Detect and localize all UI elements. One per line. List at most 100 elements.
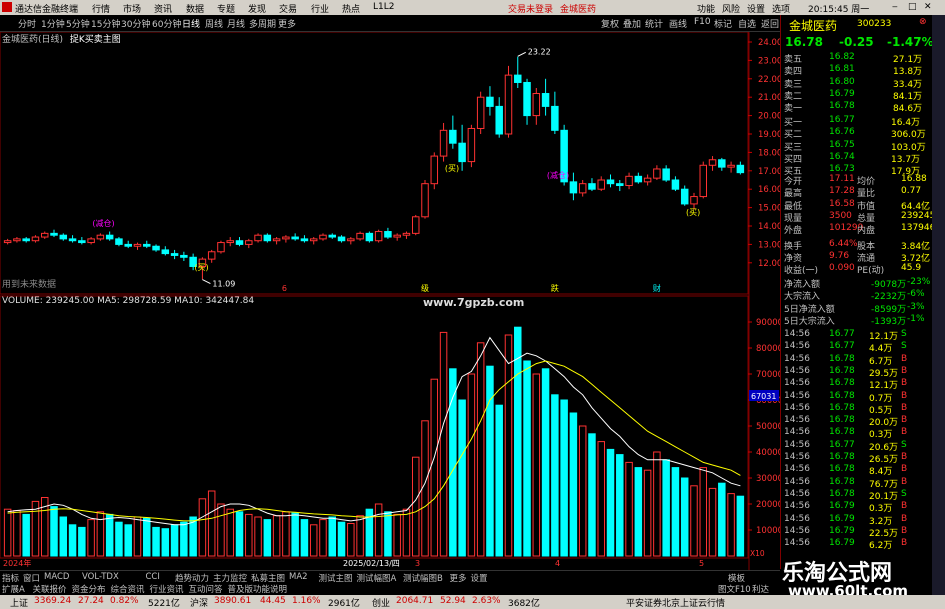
- ask-label: 卖四: [784, 67, 803, 78]
- period-tab[interactable]: 30分钟: [121, 17, 150, 30]
- bid-price: 16.74: [829, 151, 855, 162]
- indicator-tab[interactable]: VOL-TDX: [82, 572, 119, 582]
- right-toolbar[interactable]: [932, 15, 945, 595]
- period-tab[interactable]: 月线: [227, 17, 245, 30]
- stat-row: 净资 9.76 流通 3.72亿: [781, 251, 933, 264]
- volume-bar: [560, 399, 568, 557]
- signal-annotation: (减仓): [547, 170, 569, 180]
- extension-tab[interactable]: 普及版功能说明: [228, 583, 288, 595]
- ask-volume: 84.1万: [893, 91, 923, 102]
- stat-label: 量比: [857, 189, 876, 200]
- tick-time: 14:56: [784, 390, 810, 401]
- bid-label: 买二: [784, 130, 803, 141]
- tool-button[interactable]: 返回: [761, 17, 779, 30]
- extension-tab[interactable]: 扩展A: [2, 583, 25, 595]
- volume-bar: [569, 412, 578, 557]
- menu-item[interactable]: 发现: [248, 2, 266, 15]
- tool-button[interactable]: 画线: [669, 17, 687, 30]
- menu-item[interactable]: 资讯: [154, 2, 172, 15]
- indicator-tab[interactable]: MA2: [289, 572, 308, 582]
- tick-time: 14:56: [784, 476, 810, 487]
- ask-row: 卖三 16.80 33.4万: [781, 77, 933, 90]
- candle-body: [226, 240, 234, 244]
- period-tab[interactable]: 5分钟: [66, 17, 90, 30]
- price-axis-label: 13.00: [758, 240, 780, 250]
- tick-side: B: [901, 501, 908, 512]
- tool-button[interactable]: F10: [694, 17, 711, 27]
- close-panel-icon[interactable]: ⊗: [919, 17, 927, 27]
- tool-button[interactable]: 叠加: [623, 17, 641, 30]
- close-icon[interactable]: ✕: [924, 2, 932, 12]
- ask-volume: 84.6万: [893, 104, 923, 115]
- period-tab[interactable]: 更多: [278, 17, 296, 30]
- tick-time: 14:56: [784, 415, 810, 426]
- period-tab[interactable]: 周线: [205, 17, 223, 30]
- period-tab[interactable]: 1分钟: [41, 17, 65, 30]
- menu-item[interactable]: 风险: [722, 2, 740, 15]
- extension-tab[interactable]: 综合资讯: [111, 583, 145, 595]
- tool-button[interactable]: 标记: [714, 17, 732, 30]
- menu-item[interactable]: 选项: [772, 2, 790, 15]
- bid-price: 16.73: [829, 164, 855, 175]
- price-axis-label: 15.00: [758, 204, 780, 214]
- extension-tab[interactable]: 资金分布: [72, 583, 106, 595]
- menu-item[interactable]: 功能: [697, 2, 715, 15]
- menu-item[interactable]: 数据: [186, 2, 204, 15]
- tool-button[interactable]: 自选: [738, 17, 756, 30]
- volume-bar: [708, 487, 717, 557]
- tick-row: 14:56 16.78 20.0万 B: [781, 415, 933, 428]
- extension-tab[interactable]: 互动问答: [189, 583, 223, 595]
- candle-body: [50, 232, 58, 236]
- period-tab[interactable]: 分时: [18, 17, 36, 30]
- menu-item[interactable]: 热点: [342, 2, 360, 15]
- price-change: -0.25: [839, 35, 874, 49]
- volume-bar: [671, 467, 680, 557]
- index-label[interactable]: 上证: [10, 596, 28, 609]
- maximize-icon[interactable]: □: [908, 2, 917, 12]
- stat-label: 今开: [784, 177, 803, 187]
- menu-item[interactable]: 行情: [92, 2, 110, 15]
- index-label[interactable]: 沪深: [190, 596, 208, 609]
- tool-button[interactable]: 统计: [645, 17, 663, 30]
- volume-bar: [143, 517, 151, 557]
- tool-button[interactable]: 复权: [601, 17, 619, 30]
- tick-volume: 3.2万: [869, 516, 893, 527]
- tick-row: 14:56 16.78 0.3万 B: [781, 427, 933, 440]
- menu-item[interactable]: L1L2: [373, 2, 394, 12]
- candle-body: [337, 236, 346, 242]
- period-tab[interactable]: 15分钟: [91, 17, 120, 30]
- bid-label: 买三: [784, 142, 803, 153]
- extension-tab[interactable]: 图文F10: [718, 583, 751, 595]
- menu-item[interactable]: 设置: [747, 2, 765, 15]
- ask-price: 16.81: [829, 64, 855, 75]
- period-tab[interactable]: 60分钟: [152, 17, 181, 30]
- period-tab[interactable]: 多周期: [249, 17, 276, 30]
- tick-time: 14:56: [784, 464, 810, 475]
- stock-code: 300233: [857, 19, 892, 29]
- candle-body: [411, 216, 420, 234]
- tick-volume: 22.5万: [869, 528, 899, 539]
- menu-item[interactable]: 市场: [123, 2, 141, 15]
- menu-item[interactable]: 专题: [217, 2, 235, 15]
- indicator-tab[interactable]: MACD: [44, 572, 69, 582]
- volume-bar: [532, 373, 541, 557]
- index-label[interactable]: 创业: [372, 596, 390, 609]
- volume-bar: [105, 513, 114, 557]
- menu-item[interactable]: 行业: [311, 2, 329, 15]
- stat-row: 今开 17.11 均价 16.88: [781, 174, 933, 187]
- candle-body: [291, 236, 299, 240]
- trade-status[interactable]: 交易未登录: [508, 2, 553, 15]
- stat-value: 0.090: [829, 263, 855, 274]
- menu-item[interactable]: 交易: [279, 2, 297, 15]
- extension-tab[interactable]: 行业资讯: [150, 583, 184, 595]
- extension-tab[interactable]: 利达: [752, 583, 769, 595]
- indicator-tab[interactable]: CCI: [146, 572, 160, 582]
- minimize-icon[interactable]: ‒: [892, 2, 898, 12]
- candle-body: [680, 188, 689, 205]
- signal-annotation: (买): [445, 164, 459, 173]
- period-tab[interactable]: 日线: [182, 17, 200, 30]
- candle-body: [532, 93, 541, 117]
- candle-body: [690, 196, 698, 205]
- extension-tab[interactable]: 关联报价: [33, 583, 67, 595]
- formula-label: 捉K买卖主图: [69, 35, 121, 45]
